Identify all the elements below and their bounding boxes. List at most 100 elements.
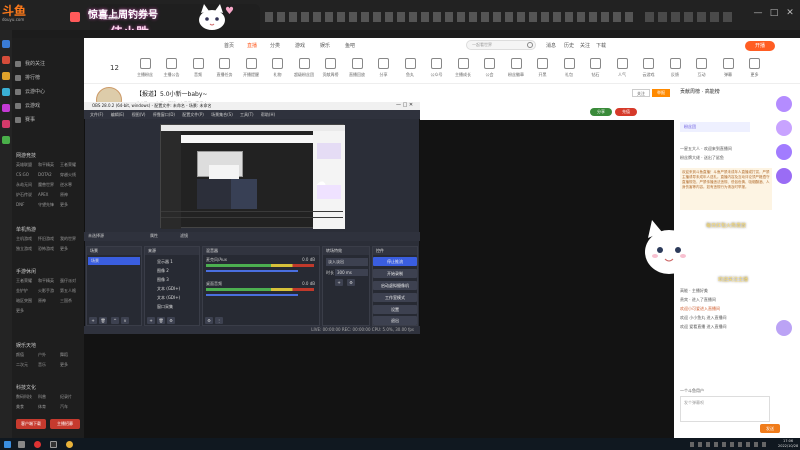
obs-mixer-desktop-slider[interactable] [206,294,298,296]
nav-games[interactable]: 游戏 [295,42,305,49]
taskbar-clock[interactable]: 17:06 2022/10/28 [778,439,798,448]
toolbar-item-label: 人气 [618,72,626,77]
taskbar-app-icon[interactable] [50,441,57,448]
obs-transition-settings-button[interactable]: ⚙ [347,279,355,286]
toolbar-item-label: 反馈 [671,72,679,77]
chat-send-button[interactable]: 发送 [760,424,780,433]
obs-tab-filters[interactable]: 滤镜 [180,233,188,239]
gamepad-icon [15,103,21,109]
toolbar-item[interactable]: 更多 [738,58,772,78]
nav-live[interactable]: 直播 [247,42,257,49]
heart-icon: ♥ [225,6,234,17]
obs-source-item[interactable]: 文本 (GDI+) [147,293,197,302]
gift-icon[interactable] [776,96,792,112]
obs-mixer-settings-button[interactable]: ⚙ [205,317,213,324]
douyu-logo-sub: douyu.com [2,17,25,22]
browser-logo[interactable]: 斗鱼 douyu.com [2,2,40,26]
obs-menu-help[interactable]: 帮助(H) [261,112,275,117]
obs-source-item[interactable]: 图像 2 [147,266,197,275]
share-button[interactable]: 分享 [590,108,612,116]
obs-menu-file[interactable]: 文件(F) [90,112,103,117]
chat-input[interactable]: 发个弹幕呗 [680,396,770,422]
obs-duration-input[interactable]: 300 ms [335,269,368,276]
header-download[interactable]: 下载 [596,42,606,49]
toolbar-item-label: 直播回放 [349,72,365,77]
obs-start-record-button[interactable]: 开始录制 [373,269,417,278]
header-history[interactable]: 历史 [564,42,574,49]
taskbar-app-icon[interactable] [34,441,41,448]
toolbar-item-label: 直播任务 [216,72,233,77]
fans-club-badge[interactable]: 粉丝团 [680,122,750,132]
obs-menu-docks[interactable]: 停靠窗口(D) [153,112,175,117]
obs-stop-stream-button[interactable]: 停止推流 [373,257,417,266]
search-input[interactable]: 一起看世界 [466,40,536,50]
toolbar-item-icon [404,58,416,69]
obs-virtual-cam-button[interactable]: 启动虚拟摄像机 [373,281,417,290]
obs-window-controls[interactable]: — □ ✕ [396,102,413,108]
obs-remove-source-button[interactable]: 🗑 [157,317,165,324]
obs-preview[interactable]: ☁ [160,124,345,229]
nav-home[interactable]: 首页 [224,42,234,49]
header-follow[interactable]: 关注 [580,42,590,49]
nav-yuba[interactable]: 鱼吧 [345,42,355,49]
sidebar-item-cloud[interactable]: 云游中心 [14,86,80,98]
maximize-button[interactable]: □ [768,8,780,18]
start-icon[interactable] [4,441,11,448]
obs-add-source-button[interactable]: + [147,317,155,324]
taskbar-app-icon[interactable] [18,441,25,448]
close-button[interactable]: ✕ [784,8,796,18]
nav-category[interactable]: 分类 [270,42,280,49]
room-report-button[interactable]: 举报 [652,89,670,97]
search-icon[interactable] [527,42,533,48]
toolbar-item-icon [696,58,707,69]
gift-icon[interactable] [776,320,792,336]
sidebar-item-rank[interactable]: 排行榜 [14,72,80,84]
sidebar-item-esports[interactable]: 赛事 [14,114,80,126]
gift-icon[interactable] [776,144,792,160]
obs-menu-profile[interactable]: 配置文件(P) [182,112,204,117]
obs-studio-mode-button[interactable]: 工作室模式 [373,293,417,302]
obs-scene-down-button[interactable]: v [121,317,129,324]
obs-source-item[interactable]: 窗口采集 [147,302,197,311]
obs-mixer-header: 混音器 [203,247,319,255]
gift-icon[interactable] [776,168,792,184]
obs-source-item[interactable]: 文本 (GDI+) [147,284,197,293]
room-follow-button[interactable]: 关注 [632,89,650,97]
toolbar-item-icon [245,58,257,69]
obs-scene-item[interactable]: 场景 [88,257,140,265]
obs-source-item[interactable]: 显示器 1 [147,257,197,266]
obs-add-transition-button[interactable]: + [335,279,343,286]
obs-menu-edit[interactable]: 编辑(E) [111,112,125,117]
obs-tab-properties[interactable]: 属性 [150,233,158,239]
obs-remove-scene-button[interactable]: 🗑 [99,317,107,324]
toolbar-fan-count: 12 [110,64,119,72]
sidebar-item-follow[interactable]: 我的关注 [14,58,80,70]
obs-menu-tools[interactable]: 工具(T) [240,112,254,117]
charge-button[interactable]: 充值 [615,108,637,116]
obs-source-item[interactable]: 图像 3 [147,275,197,284]
obs-add-scene-button[interactable]: + [89,317,97,324]
anchor-recruit-button[interactable]: 主播招募 [50,419,80,429]
obs-exit-button[interactable]: 退出 [373,316,417,325]
obs-transition-select[interactable]: 淡入淡出 [326,258,368,266]
obs-settings-button[interactable]: 设置 [373,305,417,314]
start-stream-button[interactable]: 开播 [745,41,775,51]
header-message[interactable]: 消息 [546,42,556,49]
obs-mixer-desktop-meter [206,288,314,291]
nav-ent[interactable]: 娱乐 [320,42,330,49]
chrome-icon[interactable] [66,441,73,448]
obs-mixer-mic-meter [206,264,314,267]
obs-menu-scenes[interactable]: 场景集合(S) [211,112,233,117]
gift-icon[interactable] [776,120,792,136]
sidebar-item-cloudgame[interactable]: 云游戏 [14,100,80,112]
obs-scene-up-button[interactable]: ^ [111,317,119,324]
chat-panel-header[interactable]: 贡献周榜 · 高能榜 [680,88,720,95]
obs-source-settings-button[interactable]: ⚙ [167,317,175,324]
client-download-button[interactable]: 客户端下载 [16,419,46,429]
obs-mixer-menu-button[interactable]: ⋮ [215,317,223,324]
toolbar-item-label: 互动 [697,72,706,77]
obs-mixer-mic-slider[interactable] [206,270,298,272]
overlay-text-2: 欢迎关注主播 [718,277,749,283]
obs-menu-view[interactable]: 视图(V) [132,112,146,117]
minimize-button[interactable]: — [752,8,764,18]
